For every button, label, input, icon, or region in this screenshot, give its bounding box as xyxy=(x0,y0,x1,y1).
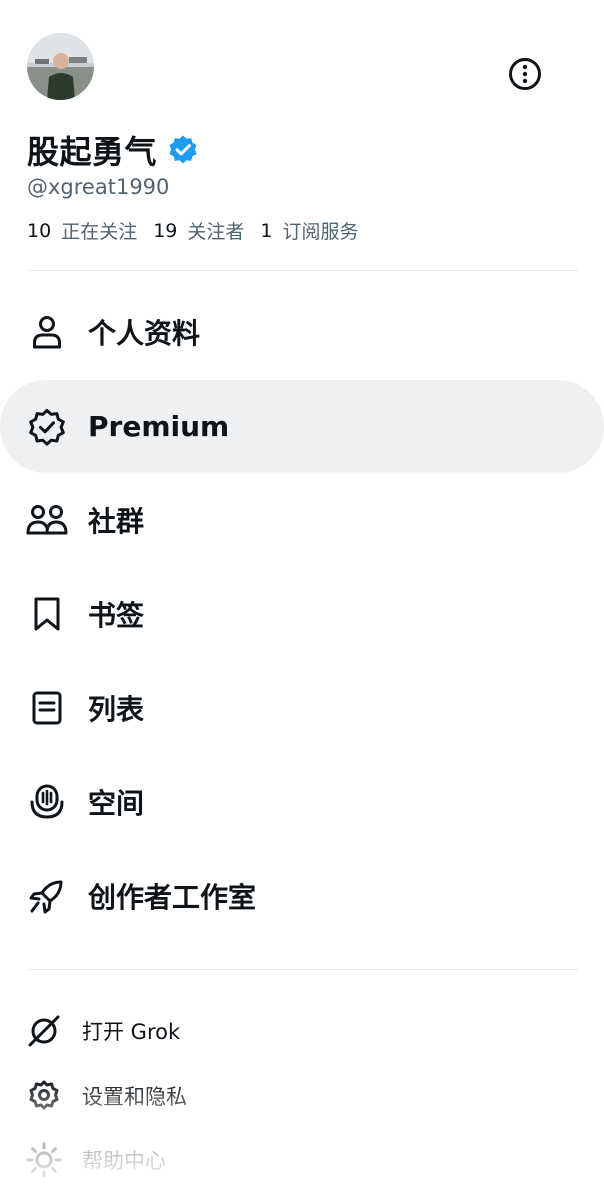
spaces-icon xyxy=(26,781,68,823)
subscriptions-label: 订阅服务 xyxy=(282,221,359,243)
following-label: 正在关注 xyxy=(61,221,138,243)
bookmark-icon xyxy=(26,593,68,635)
lightbulb-icon xyxy=(26,1142,62,1178)
divider xyxy=(27,969,578,970)
verified-badge-icon[interactable] xyxy=(167,134,199,166)
menu-item-profile[interactable]: 个人资料 xyxy=(0,286,604,378)
menu-item-help-center[interactable]: 帮助中心 xyxy=(0,1132,604,1188)
menu-label-profile: 个人资料 xyxy=(88,317,201,350)
followers-label: 关注者 xyxy=(187,221,245,243)
menu-label-communities: 社群 xyxy=(88,505,145,538)
subscriptions-count: 1 xyxy=(260,219,273,242)
display-name[interactable]: 股起勇气 xyxy=(27,127,157,173)
menu-item-bookmarks[interactable]: 书签 xyxy=(0,568,604,660)
menu-item-creator-studio[interactable]: 创作者工作室 xyxy=(0,850,604,942)
avatar[interactable] xyxy=(27,33,94,100)
grok-icon xyxy=(26,1013,62,1049)
menu-label-spaces: 空间 xyxy=(88,787,145,820)
person-icon xyxy=(26,311,68,353)
followers-count: 19 xyxy=(153,219,178,242)
menu-item-communities[interactable]: 社群 xyxy=(0,474,604,566)
list-icon xyxy=(26,687,68,729)
subscriptions-stat[interactable]: 1 订阅服务 xyxy=(260,217,358,244)
menu-label-premium: Premium xyxy=(88,410,230,443)
communities-icon xyxy=(26,499,68,541)
menu-label-help-center: 帮助中心 xyxy=(82,1149,166,1173)
more-options-button[interactable] xyxy=(507,56,543,92)
following-stat[interactable]: 10 正在关注 xyxy=(27,217,137,244)
menu-item-lists[interactable]: 列表 xyxy=(0,662,604,754)
menu-item-spaces[interactable]: 空间 xyxy=(0,756,604,848)
menu-item-open-grok[interactable]: 打开 Grok xyxy=(0,1003,604,1059)
menu-label-open-grok: 打开 Grok xyxy=(82,1020,181,1044)
profile-name-row: 股起勇气 xyxy=(27,128,199,172)
menu-item-premium[interactable]: Premium xyxy=(0,380,604,473)
follow-stats: 10 正在关注 19 关注者 1 订阅服务 xyxy=(27,217,375,244)
avatar-photo xyxy=(27,33,94,100)
menu-label-bookmarks: 书签 xyxy=(88,599,145,632)
rocket-icon xyxy=(26,875,68,917)
verified-badge-shape xyxy=(169,135,197,164)
more-options-icon xyxy=(509,58,541,90)
user-handle: @xgreat1990 xyxy=(27,175,170,199)
menu-label-lists: 列表 xyxy=(88,693,145,726)
menu-item-settings-privacy[interactable]: 设置和隐私 xyxy=(0,1068,604,1124)
menu-label-settings-privacy: 设置和隐私 xyxy=(82,1085,187,1109)
followers-stat[interactable]: 19 关注者 xyxy=(153,217,244,244)
menu-label-creator-studio: 创作者工作室 xyxy=(88,881,257,914)
gear-icon xyxy=(26,1078,62,1114)
premium-badge-icon xyxy=(26,406,68,448)
divider xyxy=(27,270,578,271)
following-count: 10 xyxy=(27,219,52,242)
